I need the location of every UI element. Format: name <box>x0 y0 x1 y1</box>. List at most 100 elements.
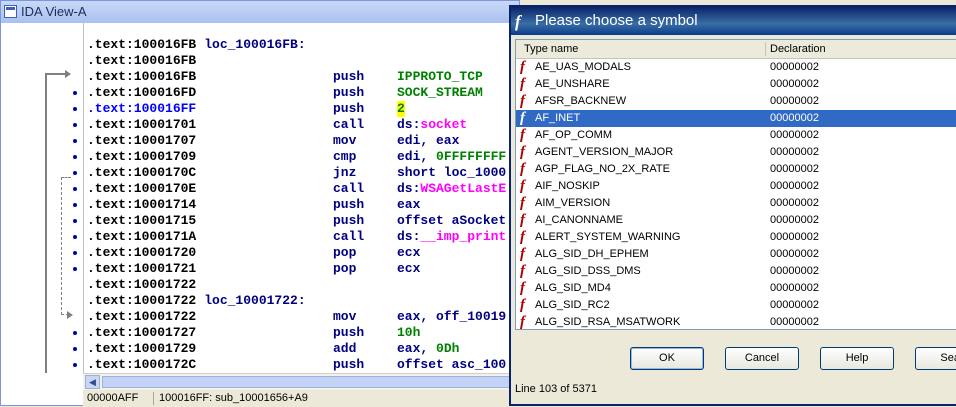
code-line[interactable]: .text:100016FD push SOCK_STREAM <box>87 85 483 101</box>
ok-button[interactable]: OK <box>630 347 704 370</box>
code-operand[interactable]: ds:__imp_print <box>397 229 506 245</box>
scrollbar-thumb[interactable] <box>102 376 516 388</box>
code-operand[interactable]: 2 <box>397 101 405 117</box>
symbol-row[interactable]: f AGP_FLAG_NO_2X_RATE 00000002 <box>516 161 956 178</box>
code-address: .text:10001727 <box>87 325 197 340</box>
code-operand[interactable]: short loc_1000 <box>397 165 506 181</box>
code-line[interactable]: .text:10001722 <box>87 277 196 293</box>
code-address: .text:10001709 <box>87 149 197 164</box>
symbol-row[interactable]: f ALG_SID_RC2 00000002 <box>516 297 956 314</box>
scroll-left-icon[interactable]: ◀ <box>85 375 100 389</box>
cancel-button[interactable]: Cancel <box>725 347 799 370</box>
symbol-name: AE_UAS_MODALS <box>535 61 631 73</box>
code-address: .text:100016FB <box>87 69 197 84</box>
symbol-row[interactable]: f AE_UNSHARE 00000002 <box>516 76 956 93</box>
code-line[interactable]: .text:10001709 cmp edi, 0FFFFFFFF <box>87 149 506 165</box>
symbol-row[interactable]: f AF_OP_COMM 00000002 <box>516 127 956 144</box>
code-operand[interactable]: eax, off_10019 <box>397 309 506 325</box>
code-operand[interactable]: ecx <box>397 245 420 261</box>
code-line[interactable]: .text:10001722 loc_10001722: <box>87 293 306 309</box>
code-line[interactable]: .text:10001722 mov eax, off_10019 <box>87 309 506 325</box>
symbol-row[interactable]: f AIF_NOSKIP 00000002 <box>516 178 956 195</box>
symbol-name: ALG_SID_RSA_MSATWORK <box>535 316 681 328</box>
instruction-marker <box>73 363 77 367</box>
function-icon: f <box>520 246 525 262</box>
instruction-marker <box>73 91 77 95</box>
code-line[interactable]: .text:10001720 pop ecx <box>87 245 420 261</box>
code-line[interactable]: .text:100016FF push 2 <box>87 101 405 117</box>
status-separator <box>153 392 154 405</box>
column-divider[interactable] <box>765 42 766 56</box>
code-operand[interactable]: offset aSocket <box>397 213 506 229</box>
code-label[interactable]: loc_100016FB: <box>204 37 305 52</box>
dialog-title-bar[interactable]: f Please choose a symbol <box>511 7 956 35</box>
symbol-row[interactable]: f AGENT_VERSION_MAJOR 00000002 <box>516 144 956 161</box>
ida-view-window: IDA View-A .text:100016FB loc_100016FB: .t… <box>0 0 520 407</box>
code-operand[interactable]: 10h <box>397 325 420 341</box>
line-position-label: Line 103 of 5371 <box>515 383 597 395</box>
code-operand[interactable]: ds:socket <box>397 117 467 133</box>
function-icon: f <box>520 59 525 75</box>
code-line[interactable]: .text:100016FB push IPPROTO_TCP <box>87 69 483 85</box>
symbol-row[interactable]: f ALG_SID_DH_EPHEM 00000002 <box>516 246 956 263</box>
instruction-marker <box>73 107 77 111</box>
symbol-list[interactable]: Type name Declaration f AE_UAS_MODALS 0000… <box>515 39 956 330</box>
symbol-row[interactable]: f ALERT_SYSTEM_WARNING 00000002 <box>516 229 956 246</box>
function-icon: f <box>520 212 525 228</box>
code-line[interactable]: .text:10001714 push eax <box>87 197 420 213</box>
code-operand[interactable]: SOCK_STREAM <box>397 85 483 101</box>
function-icon: f <box>520 195 525 211</box>
code-line[interactable]: .text:10001727 push 10h <box>87 325 420 341</box>
code-line[interactable]: .text:10001715 push offset aSocket <box>87 213 506 229</box>
code-line[interactable]: .text:10001721 pop ecx <box>87 261 420 277</box>
code-line[interactable]: .text:10001729 add eax, 0Dh <box>87 341 459 357</box>
symbol-row[interactable]: f AF_INET 00000002 <box>516 110 956 127</box>
help-button[interactable]: Help <box>820 347 894 370</box>
code-address: .text:10001729 <box>87 341 197 356</box>
symbol-declaration: 00000002 <box>770 180 819 192</box>
column-header-type-name[interactable]: Type name <box>524 40 578 58</box>
horizontal-scrollbar[interactable]: ◀ <box>83 373 519 391</box>
code-operand[interactable]: ecx <box>397 261 420 277</box>
code-operand[interactable]: IPPROTO_TCP <box>397 69 483 85</box>
code-line[interactable]: .text:100016FB <box>87 53 196 69</box>
symbol-row[interactable]: f AE_UAS_MODALS 00000002 <box>516 59 956 76</box>
code-operand[interactable]: eax, 0Dh <box>397 341 459 357</box>
code-operand[interactable]: eax <box>397 197 420 213</box>
code-address: .text:1000170E <box>87 181 197 196</box>
search-button[interactable]: Sear <box>915 347 956 370</box>
symbol-declaration: 00000002 <box>770 61 819 73</box>
code-line[interactable]: .text:1000170E call ds:WSAGetLastE <box>87 181 506 197</box>
code-operand[interactable]: ds:WSAGetLastE <box>397 181 506 197</box>
symbol-row[interactable]: f AI_CANONNAME 00000002 <box>516 212 956 229</box>
code-address: .text:10001701 <box>87 117 197 132</box>
code-line[interactable]: .text:10001707 mov edi, eax <box>87 133 459 149</box>
code-line[interactable]: .text:1000170C jnz short loc_1000 <box>87 165 506 181</box>
function-icon: f <box>520 297 525 313</box>
code-line[interactable]: .text:1000171A call ds:__imp_print <box>87 229 506 245</box>
code-line[interactable]: .text:10001701 call ds:socket <box>87 117 467 133</box>
symbol-declaration: 00000002 <box>770 299 819 311</box>
code-address: .text:10001707 <box>87 133 197 148</box>
symbol-row[interactable]: f ALG_SID_RSA_MSATWORK 00000002 <box>516 314 956 329</box>
symbol-row[interactable]: f AFSR_BACKNEW 00000002 <box>516 93 956 110</box>
symbol-row[interactable]: f AIM_VERSION 00000002 <box>516 195 956 212</box>
function-icon: f <box>520 76 525 92</box>
code-operand[interactable]: edi, 0FFFFFFFF <box>397 149 506 165</box>
code-line[interactable]: .text:1000172C push offset asc_100 <box>87 357 506 373</box>
symbol-row[interactable]: f ALG_SID_MD4 00000002 <box>516 280 956 297</box>
code-operand[interactable]: offset asc_100 <box>397 357 506 373</box>
ida-view-title-bar[interactable]: IDA View-A <box>1 1 519 23</box>
code-mnemonic: push <box>333 101 365 116</box>
disassembly-listing[interactable]: .text:100016FB loc_100016FB: .text:100016F… <box>1 23 519 373</box>
code-line[interactable]: .text:100016FB loc_100016FB: <box>87 37 306 53</box>
code-operand[interactable]: edi, eax <box>397 133 459 149</box>
flow-arrows-gutter <box>1 23 84 373</box>
list-header: Type name Declaration <box>516 40 956 59</box>
code-mnemonic: push <box>333 357 365 372</box>
code-address: .text:10001722 <box>87 277 197 292</box>
function-icon: f <box>520 178 525 194</box>
code-label[interactable]: loc_10001722: <box>204 293 305 308</box>
column-header-declaration[interactable]: Declaration <box>770 40 826 58</box>
symbol-row[interactable]: f ALG_SID_DSS_DMS 00000002 <box>516 263 956 280</box>
